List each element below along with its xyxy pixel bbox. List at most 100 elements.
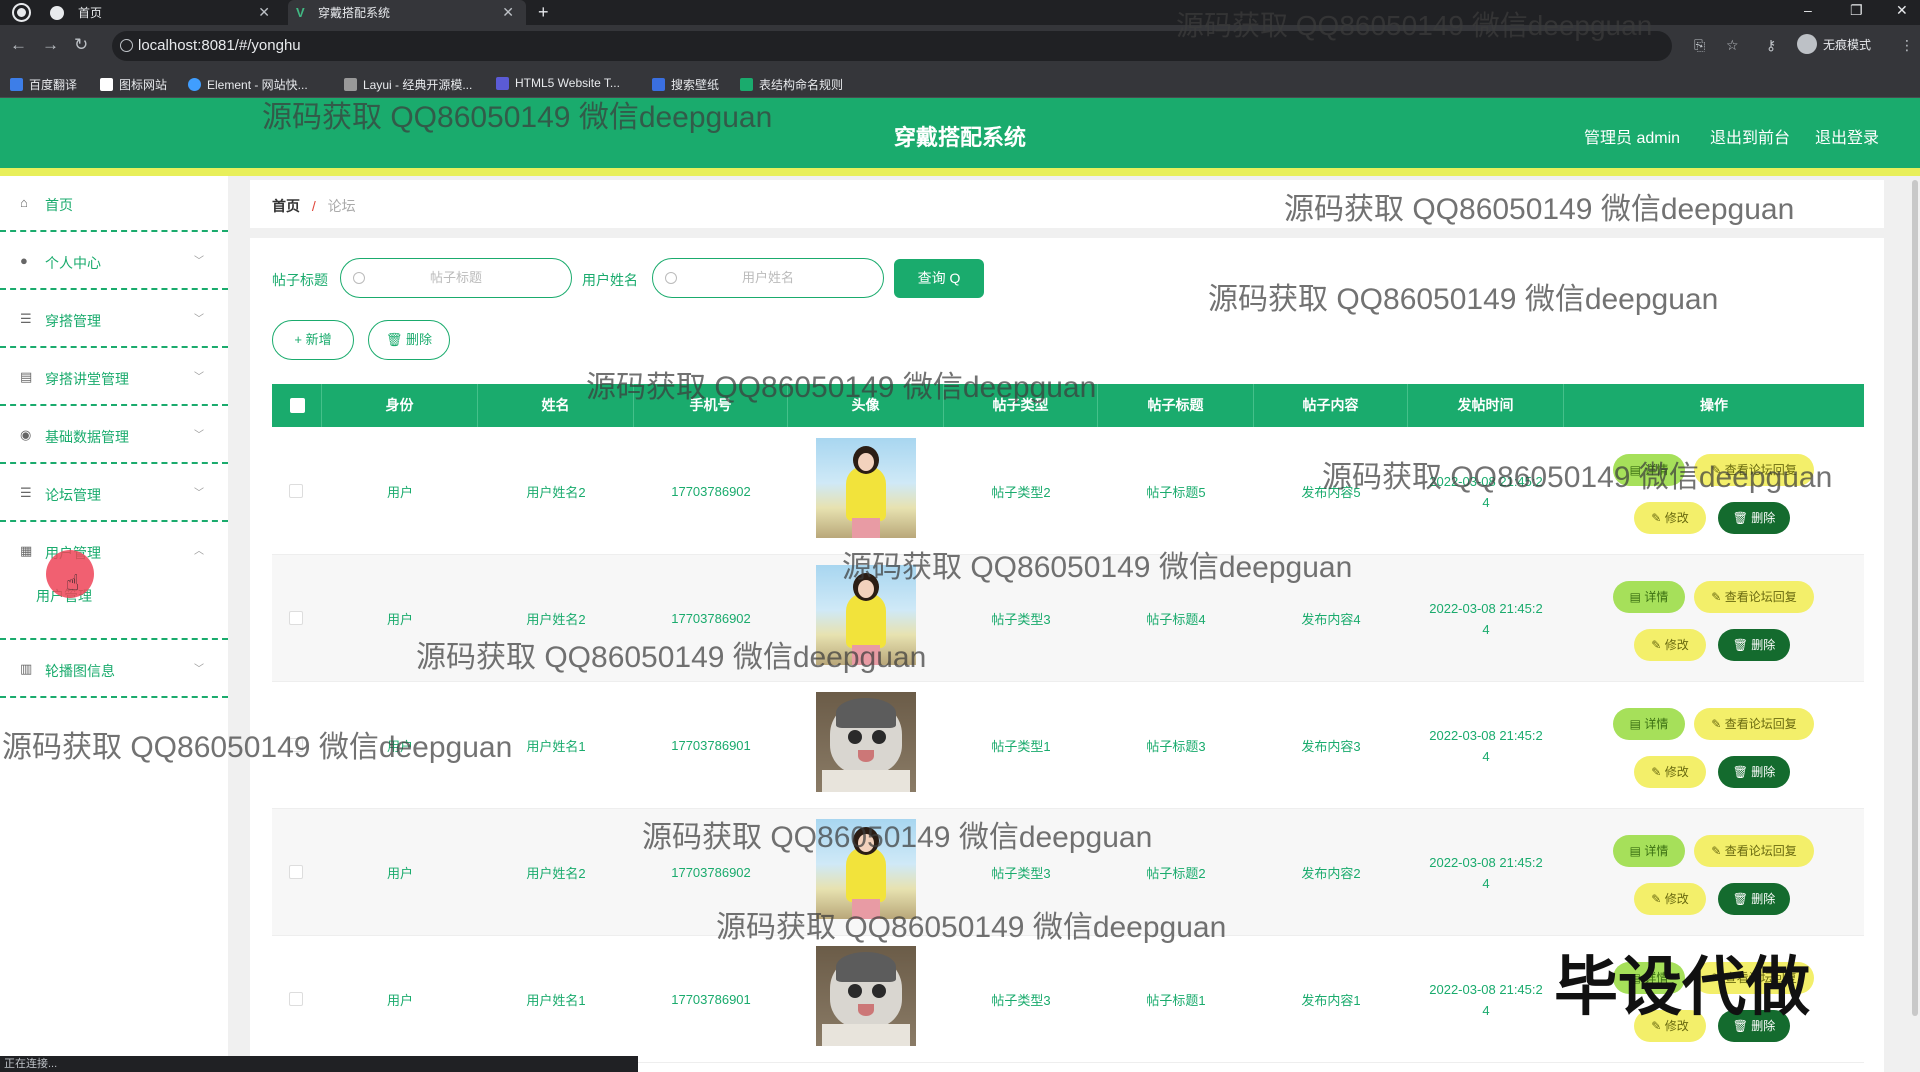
promo-text: 毕设代做: [1554, 951, 1810, 1025]
close-icon[interactable]: ✕: [502, 4, 514, 21]
cell-type: 帖子类型3: [991, 993, 1051, 1008]
cell-role: 用户: [386, 866, 413, 881]
translate-icon[interactable]: ⎘: [1694, 37, 1705, 54]
sidebar-item-outfits[interactable]: ☰ 穿搭管理 ﹀: [0, 292, 228, 348]
sidebar: ⌂ 首页 ● 个人中心 ﹀ ☰ 穿搭管理 ﹀ ▤ 穿搭讲堂管理 ﹀ ◉ 基础数据…: [0, 176, 228, 1072]
op-label: 修改: [1664, 638, 1689, 652]
post-title-placeholder: 帖子标题: [429, 270, 482, 285]
reload-icon[interactable]: ↻: [74, 35, 88, 55]
avatar-part: [846, 466, 886, 521]
cell-role: 用户: [386, 993, 413, 1008]
breadcrumb-current: 论坛: [327, 198, 356, 214]
detail-button[interactable]: ▤ 详情: [1613, 708, 1685, 740]
doc-icon: ▤: [1629, 590, 1645, 604]
incognito-icon: [1797, 34, 1817, 54]
bookmark-item[interactable]: 图标网站: [100, 76, 167, 93]
time-line: 2022-03-08 21:45:2: [1429, 981, 1543, 997]
tab-app[interactable]: V 穿戴搭配系统 ✕: [288, 0, 526, 25]
chevron-down-icon: ﹀: [194, 664, 204, 675]
avatar-part: [836, 698, 896, 728]
page-scrollbar[interactable]: [1910, 176, 1920, 1072]
back-icon[interactable]: ←: [10, 35, 27, 55]
breadcrumb-separator: /: [311, 198, 316, 214]
scrollbar-thumb[interactable]: [1912, 180, 1918, 1016]
new-tab-icon[interactable]: +: [538, 2, 549, 23]
close-icon[interactable]: ✕: [258, 4, 270, 21]
front-link[interactable]: 退出到前台: [1710, 124, 1790, 148]
query-button[interactable]: 查询 Q: [894, 259, 984, 298]
detail-button[interactable]: ▤ 详情: [1613, 454, 1685, 486]
row-checkbox[interactable]: [289, 738, 303, 752]
row-checkbox[interactable]: [289, 865, 303, 879]
delete-button[interactable]: 🗑 删除: [1718, 502, 1790, 534]
bookmark-label: 百度翻译: [29, 78, 78, 92]
avatar: [816, 946, 916, 1046]
pencil-icon: ✎: [1711, 717, 1725, 731]
row-checkbox[interactable]: [289, 992, 303, 1006]
cell-content: 发布内容2: [1301, 866, 1361, 881]
op-label: 删除: [1751, 638, 1776, 652]
bookmark-item[interactable]: HTML5 Website T...: [496, 76, 620, 90]
sidebar-item-users[interactable]: ▦ 用户管理 ︿ 用户管理: [0, 524, 228, 640]
view-replies-button[interactable]: ✎ 查看论坛回复: [1694, 454, 1814, 486]
cell-content: 发布内容1: [1301, 993, 1361, 1008]
breadcrumb-home[interactable]: 首页: [272, 198, 300, 214]
tab-home[interactable]: 首页 ✕: [40, 0, 282, 25]
logout-link[interactable]: 退出登录: [1815, 124, 1879, 148]
edit-button[interactable]: ✎ 修改: [1634, 756, 1706, 788]
user-name-input[interactable]: 用户姓名: [652, 258, 884, 298]
chevron-down-icon: ﹀: [194, 256, 204, 267]
view-replies-button[interactable]: ✎ 查看论坛回复: [1694, 708, 1814, 740]
delete-button[interactable]: 🗑 删除: [1718, 756, 1790, 788]
row-checkbox[interactable]: [289, 611, 303, 625]
cell-time: 2022-03-08 21:45:2 4: [1408, 936, 1564, 1063]
menu-dots-icon[interactable]: ⋮: [1900, 37, 1914, 54]
add-button[interactable]: + 新增: [272, 320, 354, 360]
sidebar-item-lectures[interactable]: ▤ 穿搭讲堂管理 ﹀: [0, 350, 228, 406]
detail-button[interactable]: ▤ 详情: [1613, 581, 1685, 613]
pencil-icon: ✎: [1711, 844, 1725, 858]
bookmark-item[interactable]: 百度翻译: [10, 76, 77, 93]
cell-phone: 17703786902: [671, 611, 751, 626]
forward-icon[interactable]: →: [42, 35, 59, 55]
edit-button[interactable]: ✎ 修改: [1634, 629, 1706, 661]
minimize-icon[interactable]: –: [1804, 2, 1812, 18]
batch-delete-button[interactable]: 🗑 删除: [368, 320, 450, 360]
sidebar-item-forum[interactable]: ☰ 论坛管理 ﹀: [0, 466, 228, 522]
col-ops: 操作: [1700, 397, 1728, 413]
url-input[interactable]: localhost:8081/#/yonghu: [112, 31, 1672, 61]
row-checkbox[interactable]: [289, 484, 303, 498]
bookmark-item[interactable]: 搜索壁纸: [652, 76, 719, 93]
incognito-badge[interactable]: 无痕模式: [1797, 34, 1871, 54]
chevron-down-icon: ﹀: [194, 372, 204, 383]
time-line: 4: [1482, 875, 1490, 891]
bookmark-item[interactable]: Layui - 经典开源模...: [344, 76, 472, 93]
info-icon[interactable]: [120, 39, 133, 52]
sidebar-item-profile[interactable]: ● 个人中心 ﹀: [0, 234, 228, 290]
avatar: [816, 565, 916, 665]
post-title-input[interactable]: 帖子标题: [340, 258, 572, 298]
delete-button[interactable]: 🗑 删除: [1718, 883, 1790, 915]
sidebar-item-carousel[interactable]: ▥ 轮播图信息 ﹀: [0, 642, 228, 698]
key-icon[interactable]: ⚷: [1766, 37, 1776, 54]
window-close-icon[interactable]: ✕: [1896, 2, 1908, 19]
avatar-part: [872, 730, 886, 744]
bookmark-item[interactable]: 表结构命名规则: [740, 76, 843, 93]
bookmark-item[interactable]: Element - 网站快...: [188, 76, 308, 93]
time-line: 2022-03-08 21:45:2: [1429, 854, 1543, 870]
restore-icon[interactable]: ❐: [1850, 2, 1863, 19]
delete-button[interactable]: 🗑 删除: [1718, 629, 1790, 661]
edit-button[interactable]: ✎ 修改: [1634, 502, 1706, 534]
view-replies-button[interactable]: ✎ 查看论坛回复: [1694, 581, 1814, 613]
col-type: 帖子类型: [944, 384, 1098, 427]
sidebar-item-home[interactable]: ⌂ 首页: [0, 176, 228, 232]
op-label: 删除: [1751, 511, 1776, 525]
sidebar-item-basedata[interactable]: ◉ 基础数据管理 ﹀: [0, 408, 228, 464]
app-header: 穿戴搭配系统 管理员 admin 退出到前台 退出登录: [0, 98, 1920, 168]
star-icon[interactable]: ☆: [1726, 37, 1739, 54]
view-replies-button[interactable]: ✎ 查看论坛回复: [1694, 835, 1814, 867]
vue-icon: V: [296, 5, 305, 20]
detail-button[interactable]: ▤ 详情: [1613, 835, 1685, 867]
edit-button[interactable]: ✎ 修改: [1634, 883, 1706, 915]
sidebar-item-label: 基础数据管理: [45, 429, 129, 445]
